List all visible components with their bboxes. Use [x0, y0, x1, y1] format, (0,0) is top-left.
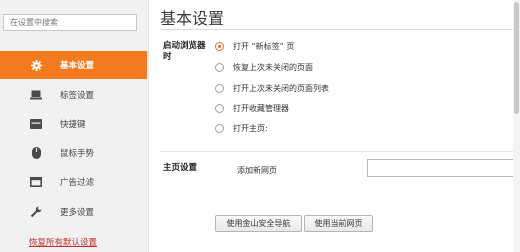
startup-option-homepage[interactable]: 打开主页:: [215, 123, 268, 134]
radio-label: 打开主页:: [233, 124, 268, 133]
window-icon: [30, 176, 42, 188]
sidebar-item-basic-settings[interactable]: 基本设置: [0, 51, 147, 79]
radio-label: 打开上次未关闭的页面列表: [233, 84, 329, 93]
laptop-icon: [30, 89, 42, 101]
use-kingsoft-nav-button[interactable]: 使用金山安全导航: [215, 215, 302, 232]
sidebar-item-label: 更多设置: [60, 208, 95, 218]
wrench-icon: [30, 206, 42, 218]
homepage-url-input[interactable]: [367, 159, 517, 177]
radio-label: 恢复上次未关闭的页面: [233, 63, 313, 72]
radio-button[interactable]: [215, 104, 224, 113]
sidebar-item-label: 鼠标手势: [60, 149, 95, 159]
startup-section-label: 启动浏览器时: [163, 41, 206, 62]
gear-icon: [30, 59, 42, 71]
sidebar-item-label: 广告过滤: [60, 178, 95, 188]
startup-option-restore-pages[interactable]: 恢复上次未关闭的页面: [215, 62, 313, 73]
add-webpage-label: 添加新网页: [237, 166, 277, 175]
sidebar-item-label: 标签设置: [60, 91, 95, 101]
scrollbar-thumb[interactable]: [514, 2, 519, 114]
page-title: 基本设置: [160, 9, 225, 28]
sidebar-item-ad-filter[interactable]: 广告过滤: [0, 168, 147, 196]
keyboard-icon: [30, 118, 42, 130]
radio-button[interactable]: [215, 63, 224, 72]
restore-defaults-link[interactable]: 恢复所有默认设置: [29, 236, 97, 248]
title-divider: [160, 29, 516, 30]
sidebar-item-mouse-gestures[interactable]: 鼠标手势: [0, 139, 147, 167]
sidebar-item-label: 基本设置: [60, 61, 95, 71]
startup-option-new-tab[interactable]: 打开 “新标签” 页: [215, 41, 294, 52]
settings-search-input[interactable]: [3, 14, 137, 31]
sidebar-item-tab-settings[interactable]: 标签设置: [0, 81, 147, 109]
startup-option-bookmark-manager[interactable]: 打开收藏管理器: [215, 103, 289, 114]
radio-button[interactable]: [215, 42, 224, 51]
sidebar-item-shortcuts[interactable]: 快捷键: [0, 110, 147, 138]
section-divider: [160, 151, 516, 152]
scrollbar[interactable]: [513, 0, 520, 252]
settings-main: 基本设置 启动浏览器时 打开 “新标签” 页 恢复上次未关闭的页面 打开上次未关…: [149, 0, 520, 252]
mouse-icon: [30, 147, 42, 159]
startup-option-page-list[interactable]: 打开上次未关闭的页面列表: [215, 83, 329, 94]
homepage-section-label: 主页设置: [163, 163, 198, 173]
radio-button[interactable]: [215, 84, 224, 93]
radio-label: 打开 “新标签” 页: [233, 42, 295, 51]
sidebar-item-label: 快捷键: [60, 120, 86, 130]
settings-sidebar: 基本设置 标签设置 快捷键 鼠标手势: [0, 0, 149, 252]
radio-button[interactable]: [215, 124, 224, 133]
radio-label: 打开收藏管理器: [233, 104, 289, 113]
sidebar-item-more-settings[interactable]: 更多设置: [0, 198, 147, 226]
use-current-page-button[interactable]: 使用当前网页: [304, 215, 373, 232]
